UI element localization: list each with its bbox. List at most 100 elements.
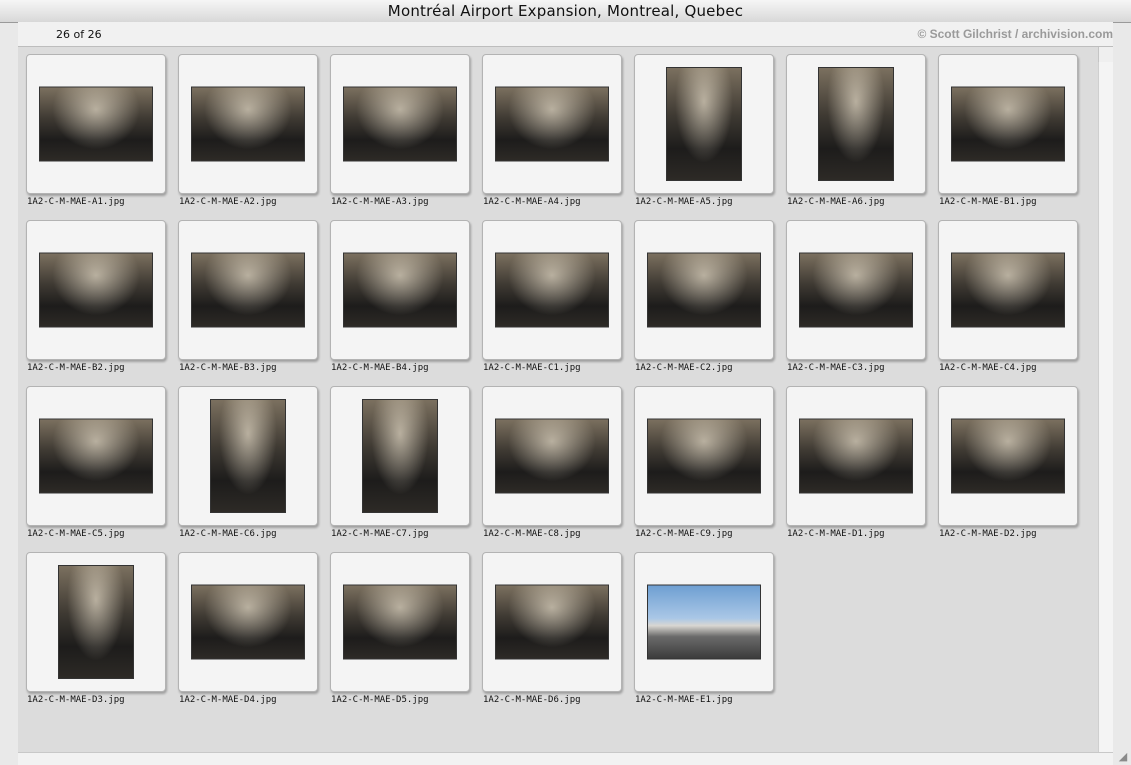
thumbnail-item[interactable]: 1A2-C-M-MAE-C6.jpg — [178, 386, 330, 552]
thumbnail-item[interactable]: 1A2-C-M-MAE-D3.jpg — [26, 552, 178, 718]
thumbnail-filename: 1A2-C-M-MAE-C8.jpg — [483, 529, 581, 539]
thumbnail-filename: 1A2-C-M-MAE-D3.jpg — [27, 695, 125, 705]
thumbnail-item[interactable]: 1A2-C-M-MAE-C8.jpg — [482, 386, 634, 552]
thumbnail-filename: 1A2-C-M-MAE-A3.jpg — [331, 197, 429, 207]
slide-frame[interactable] — [178, 54, 318, 194]
slide-frame[interactable] — [26, 54, 166, 194]
thumbnail-item[interactable]: 1A2-C-M-MAE-C4.jpg — [938, 220, 1090, 386]
thumbnail-image[interactable] — [799, 418, 913, 494]
thumbnail-filename: 1A2-C-M-MAE-D5.jpg — [331, 695, 429, 705]
thumbnail-image[interactable] — [647, 418, 761, 494]
slide-frame[interactable] — [330, 552, 470, 692]
thumbnail-item[interactable]: 1A2-C-M-MAE-B3.jpg — [178, 220, 330, 386]
thumbnail-image[interactable] — [647, 252, 761, 328]
thumbnail-item[interactable]: 1A2-C-M-MAE-A1.jpg — [26, 54, 178, 220]
thumbnail-item[interactable]: 1A2-C-M-MAE-A4.jpg — [482, 54, 634, 220]
slide-frame[interactable] — [634, 386, 774, 526]
horizontal-scrollbar[interactable] — [18, 752, 1113, 765]
thumbnail-item[interactable]: 1A2-C-M-MAE-C3.jpg — [786, 220, 938, 386]
thumbnail-item[interactable]: 1A2-C-M-MAE-E1.jpg — [634, 552, 786, 718]
thumbnail-item[interactable]: 1A2-C-M-MAE-A3.jpg — [330, 54, 482, 220]
thumbnail-item[interactable]: 1A2-C-M-MAE-B4.jpg — [330, 220, 482, 386]
thumbnail-image[interactable] — [191, 86, 305, 162]
thumbnail-image[interactable] — [343, 252, 457, 328]
slide-frame[interactable] — [178, 386, 318, 526]
thumbnail-item[interactable]: 1A2-C-M-MAE-D4.jpg — [178, 552, 330, 718]
thumbnail-filename: 1A2-C-M-MAE-E1.jpg — [635, 695, 733, 705]
thumbnail-image[interactable] — [191, 584, 305, 660]
slide-frame[interactable] — [786, 54, 926, 194]
slide-frame[interactable] — [26, 220, 166, 360]
thumbnail-item[interactable]: 1A2-C-M-MAE-C2.jpg — [634, 220, 786, 386]
slide-frame[interactable] — [330, 54, 470, 194]
slide-frame[interactable] — [634, 220, 774, 360]
thumbnail-grid: 1A2-C-M-MAE-A1.jpg 1A2-C-M-MAE-A2.jpg 1A2-… — [26, 54, 1086, 718]
thumbnail-filename: 1A2-C-M-MAE-D1.jpg — [787, 529, 885, 539]
thumbnail-image[interactable] — [666, 67, 742, 181]
thumbnail-image[interactable] — [495, 418, 609, 494]
slide-frame[interactable] — [482, 552, 622, 692]
thumbnail-image[interactable] — [343, 584, 457, 660]
slide-frame[interactable] — [26, 552, 166, 692]
thumbnail-image[interactable] — [191, 252, 305, 328]
slide-frame[interactable] — [938, 220, 1078, 360]
thumbnail-filename: 1A2-C-M-MAE-C9.jpg — [635, 529, 733, 539]
thumbnail-filename: 1A2-C-M-MAE-C2.jpg — [635, 363, 733, 373]
thumbnail-item[interactable]: 1A2-C-M-MAE-C1.jpg — [482, 220, 634, 386]
thumbnail-item[interactable]: 1A2-C-M-MAE-A2.jpg — [178, 54, 330, 220]
slide-frame[interactable] — [786, 220, 926, 360]
gallery-header: 26 of 26 © Scott Gilchrist / archivision… — [18, 22, 1113, 47]
thumbnail-image[interactable] — [362, 399, 438, 513]
slide-frame[interactable] — [938, 54, 1078, 194]
thumbnail-image[interactable] — [818, 67, 894, 181]
gallery-window: 26 of 26 © Scott Gilchrist / archivision… — [18, 22, 1113, 765]
thumbnail-filename: 1A2-C-M-MAE-D4.jpg — [179, 695, 277, 705]
thumbnail-item[interactable]: 1A2-C-M-MAE-D6.jpg — [482, 552, 634, 718]
thumbnail-filename: 1A2-C-M-MAE-B3.jpg — [179, 363, 277, 373]
slide-frame[interactable] — [482, 54, 622, 194]
thumbnail-item[interactable]: 1A2-C-M-MAE-C9.jpg — [634, 386, 786, 552]
slide-frame[interactable] — [178, 220, 318, 360]
slide-frame[interactable] — [786, 386, 926, 526]
thumbnail-image[interactable] — [951, 86, 1065, 162]
thumbnail-image[interactable] — [951, 418, 1065, 494]
slide-frame[interactable] — [26, 386, 166, 526]
slide-frame[interactable] — [482, 220, 622, 360]
thumbnail-image[interactable] — [39, 252, 153, 328]
thumbnail-filename: 1A2-C-M-MAE-C3.jpg — [787, 363, 885, 373]
thumbnail-item[interactable]: 1A2-C-M-MAE-C7.jpg — [330, 386, 482, 552]
slide-frame[interactable] — [330, 220, 470, 360]
thumbnail-item[interactable]: 1A2-C-M-MAE-D5.jpg — [330, 552, 482, 718]
slide-frame[interactable] — [330, 386, 470, 526]
thumbnail-item[interactable]: 1A2-C-M-MAE-A5.jpg — [634, 54, 786, 220]
thumbnail-image[interactable] — [39, 418, 153, 494]
thumbnail-item[interactable]: 1A2-C-M-MAE-D2.jpg — [938, 386, 1090, 552]
resize-grip-icon[interactable]: ◢ — [1117, 751, 1129, 763]
slide-frame[interactable] — [178, 552, 318, 692]
slide-frame[interactable] — [634, 552, 774, 692]
thumbnail-image[interactable] — [210, 399, 286, 513]
thumbnail-image[interactable] — [495, 252, 609, 328]
thumbnail-item[interactable]: 1A2-C-M-MAE-C5.jpg — [26, 386, 178, 552]
vertical-scrollbar[interactable] — [1098, 62, 1113, 752]
slide-frame[interactable] — [938, 386, 1078, 526]
thumbnail-image[interactable] — [647, 584, 761, 660]
thumbnail-item[interactable]: 1A2-C-M-MAE-A6.jpg — [786, 54, 938, 220]
thumbnail-item[interactable]: 1A2-C-M-MAE-D1.jpg — [786, 386, 938, 552]
thumbnail-image[interactable] — [343, 86, 457, 162]
thumbnail-image[interactable] — [495, 86, 609, 162]
thumbnail-image[interactable] — [39, 86, 153, 162]
thumbnail-item[interactable]: 1A2-C-M-MAE-B1.jpg — [938, 54, 1090, 220]
thumbnail-filename: 1A2-C-M-MAE-B1.jpg — [939, 197, 1037, 207]
image-counter: 26 of 26 — [56, 28, 102, 41]
thumbnail-filename: 1A2-C-M-MAE-C7.jpg — [331, 529, 429, 539]
thumbnail-item[interactable]: 1A2-C-M-MAE-B2.jpg — [26, 220, 178, 386]
thumbnail-filename: 1A2-C-M-MAE-C1.jpg — [483, 363, 581, 373]
thumbnail-image[interactable] — [951, 252, 1065, 328]
slide-frame[interactable] — [482, 386, 622, 526]
thumbnail-image[interactable] — [495, 584, 609, 660]
window-title-bar[interactable]: Montréal Airport Expansion, Montreal, Qu… — [0, 0, 1131, 23]
thumbnail-image[interactable] — [799, 252, 913, 328]
thumbnail-image[interactable] — [58, 565, 134, 679]
slide-frame[interactable] — [634, 54, 774, 194]
